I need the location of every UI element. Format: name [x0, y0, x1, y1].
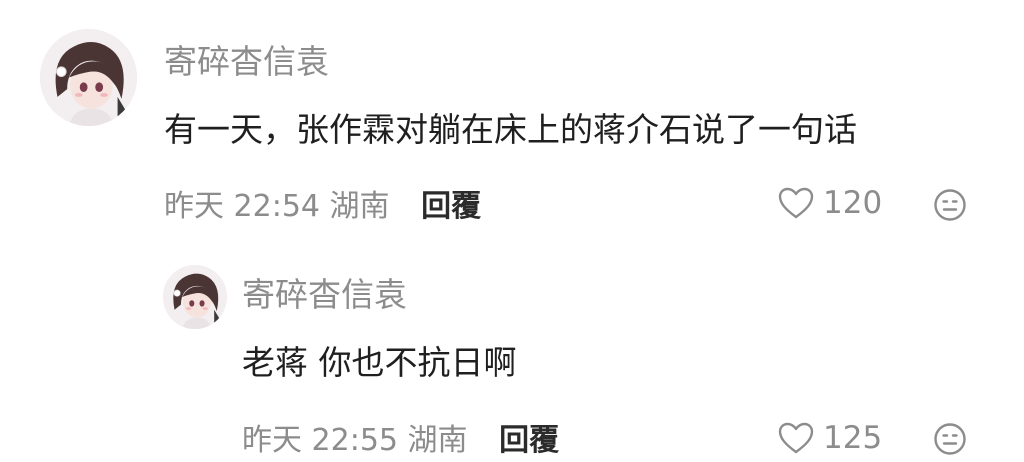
like-button[interactable]: 125 — [777, 421, 882, 455]
comment-text: 老蒋 你也不抗日啊 — [242, 343, 517, 382]
username[interactable]: 寄碎杳信袁 — [242, 278, 407, 311]
like-count: 125 — [823, 419, 883, 456]
neutral-face-icon — [934, 423, 966, 455]
timestamp: 昨天 22:55 — [242, 423, 408, 458]
timestamp: 昨天 22:54 — [164, 189, 330, 224]
location: 湖南 — [329, 189, 390, 224]
avatar-image — [163, 265, 227, 329]
react-button[interactable] — [933, 422, 967, 456]
comment-meta: 昨天 22:54 湖南 回覆 — [164, 192, 481, 222]
avatar-image — [40, 29, 137, 126]
like-count: 120 — [823, 184, 883, 221]
react-button[interactable] — [933, 188, 967, 222]
avatar[interactable] — [163, 265, 227, 329]
heart-outline-icon — [778, 187, 814, 219]
reply-button[interactable]: 回覆 — [499, 423, 559, 458]
location: 湖南 — [407, 423, 468, 458]
reply-button[interactable]: 回覆 — [421, 189, 481, 224]
comment-meta: 昨天 22:55 湖南 回覆 — [242, 426, 559, 456]
neutral-face-icon — [934, 189, 966, 221]
avatar[interactable] — [40, 29, 137, 126]
heart-outline-icon — [778, 422, 814, 454]
username[interactable]: 寄碎杳信袁 — [164, 45, 329, 78]
like-button[interactable]: 120 — [777, 186, 882, 220]
comment-text: 有一天，张作霖对躺在床上的蒋介石说了一句话 — [164, 110, 857, 149]
